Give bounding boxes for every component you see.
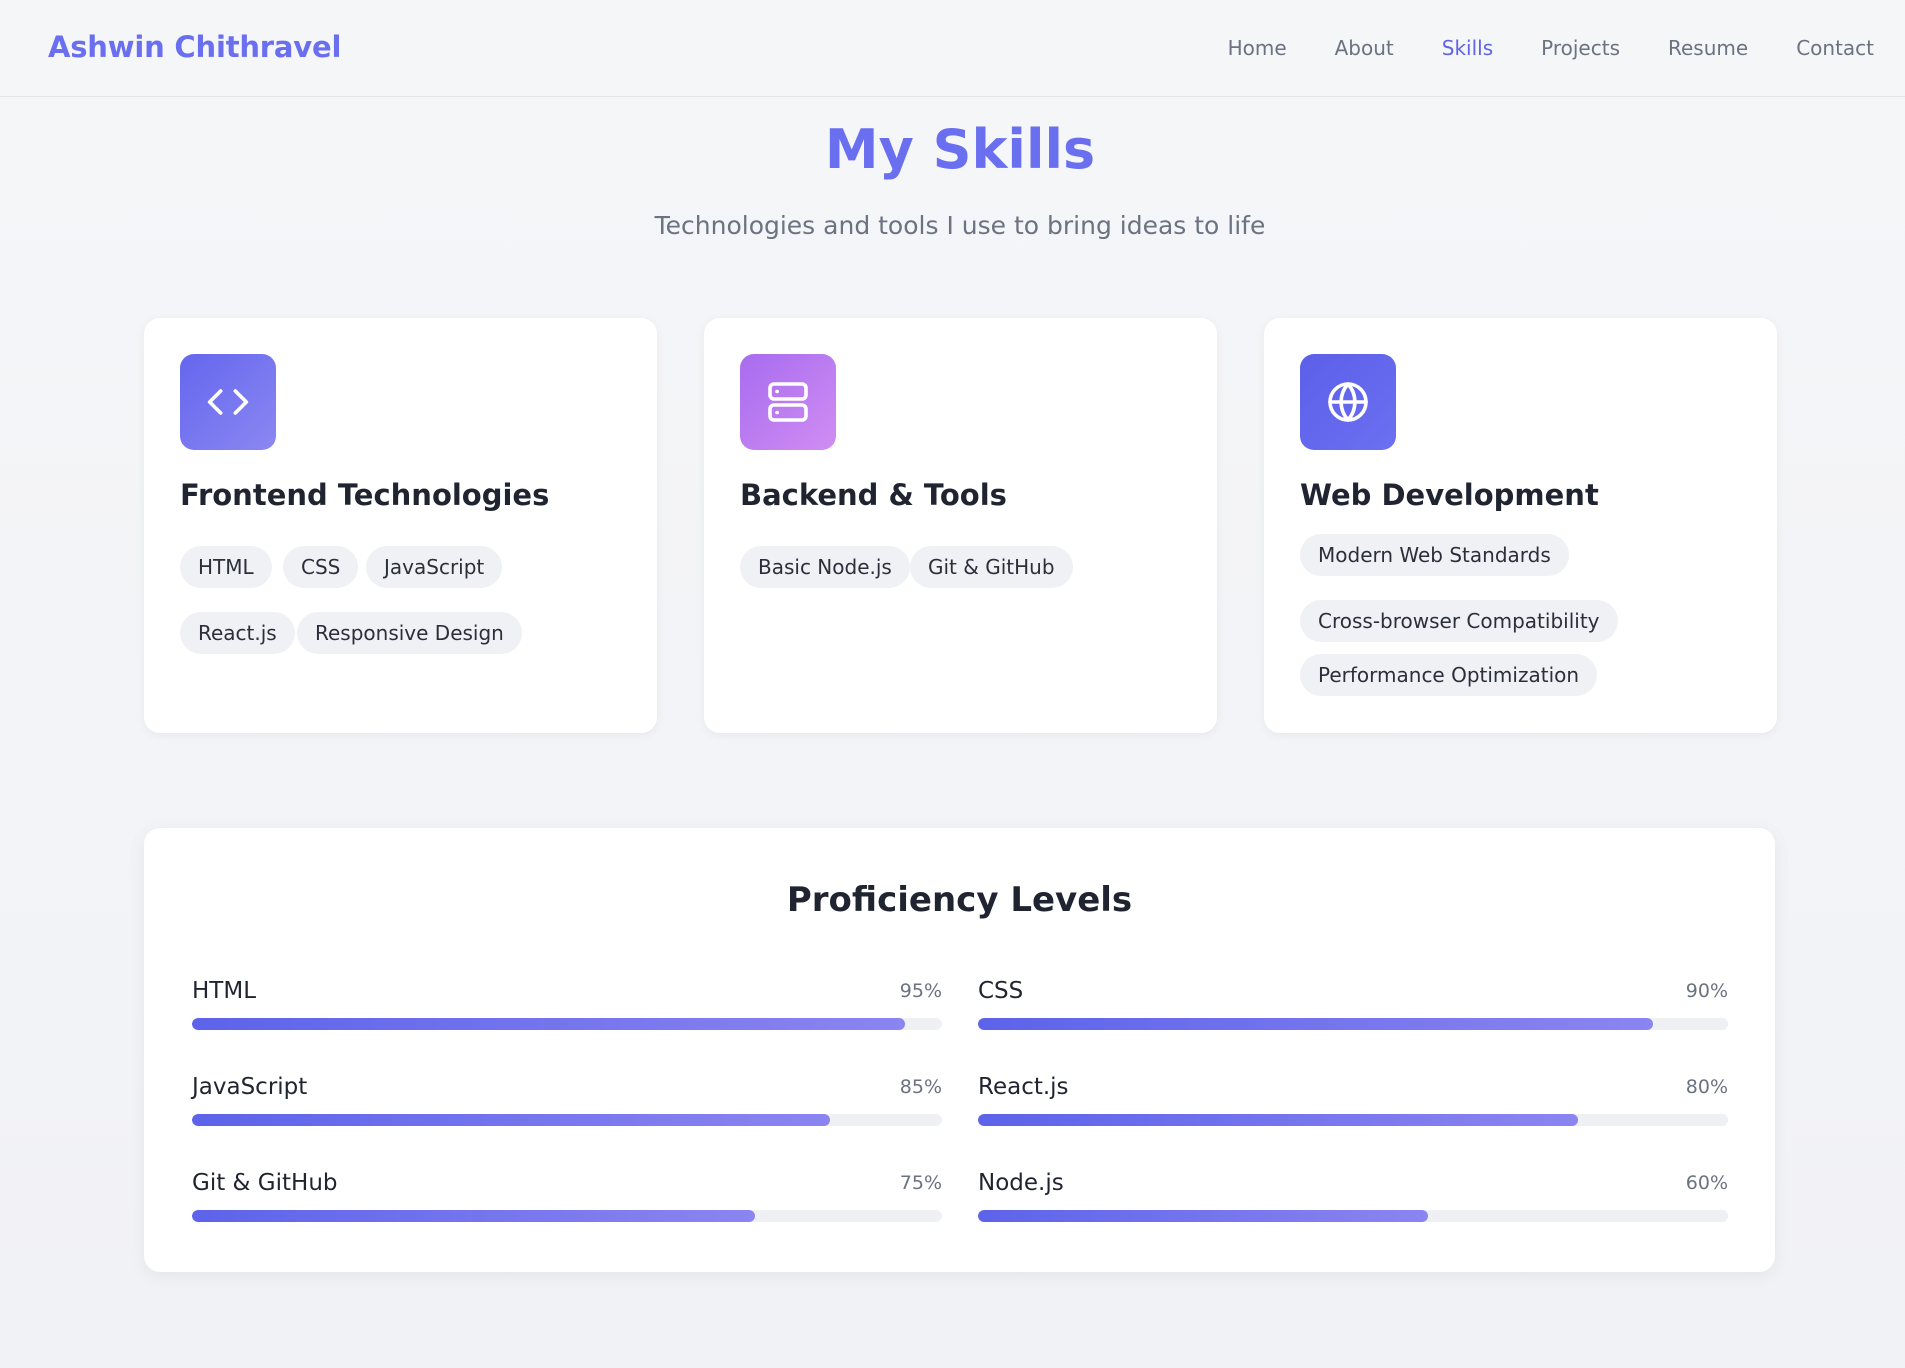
- progress-track: [192, 1018, 942, 1030]
- progress-fill: [192, 1018, 905, 1030]
- skill-percent: 75%: [899, 1172, 942, 1194]
- tag-performance-optimization: Performance Optimization: [1300, 654, 1598, 696]
- card-title: Backend & Tools: [740, 478, 1007, 512]
- tag-responsive-design: Responsive Design: [297, 612, 522, 654]
- skill-name: Git & GitHub: [192, 1170, 338, 1196]
- skill-percent: 60%: [1685, 1172, 1728, 1194]
- progress-track: [978, 1114, 1728, 1126]
- progress-track: [192, 1114, 942, 1126]
- card-title: Web Development: [1300, 478, 1599, 512]
- nav-link-about[interactable]: About: [1335, 36, 1394, 60]
- nav-link-projects[interactable]: Projects: [1541, 36, 1620, 60]
- skill-name: JavaScript: [192, 1074, 308, 1100]
- progress-fill: [192, 1114, 830, 1126]
- skill-row-nodejs: Node.js 60%: [978, 1170, 1728, 1230]
- skill-percent: 95%: [899, 980, 942, 1002]
- globe-icon: [1300, 354, 1396, 450]
- nav-link-resume[interactable]: Resume: [1668, 36, 1748, 60]
- skill-row-javascript: JavaScript 85%: [192, 1074, 942, 1134]
- progress-track: [192, 1210, 942, 1222]
- skill-row-reactjs: React.js 80%: [978, 1074, 1728, 1134]
- progress-fill: [192, 1210, 755, 1222]
- skill-name: Node.js: [978, 1170, 1064, 1196]
- progress-track: [978, 1210, 1728, 1222]
- tag-css: CSS: [283, 546, 359, 588]
- skill-card-frontend: Frontend Technologies HTML CSS JavaScrip…: [144, 318, 657, 733]
- skill-row-git-github: Git & GitHub 75%: [192, 1170, 942, 1230]
- skill-name: React.js: [978, 1074, 1069, 1100]
- proficiency-panel: Proficiency Levels HTML 95% CSS 90% Java…: [144, 828, 1775, 1272]
- progress-fill: [978, 1210, 1428, 1222]
- card-title: Frontend Technologies: [180, 478, 550, 512]
- proficiency-title: Proficiency Levels: [786, 880, 1133, 920]
- tag-basic-nodejs: Basic Node.js: [740, 546, 910, 588]
- skill-name: HTML: [192, 978, 257, 1004]
- nav-links: Home About Skills Projects Resume Contac…: [1228, 36, 1874, 60]
- skill-name: CSS: [978, 978, 1024, 1004]
- skill-card-backend: Backend & Tools Basic Node.js Git & GitH…: [704, 318, 1217, 733]
- tag-reactjs: React.js: [180, 612, 295, 654]
- skill-card-web-development: Web Development Modern Web Standards Cro…: [1264, 318, 1777, 733]
- page-subtitle: Technologies and tools I use to bring id…: [654, 211, 1266, 240]
- code-icon: [180, 354, 276, 450]
- nav-link-home[interactable]: Home: [1228, 36, 1287, 60]
- nav-link-contact[interactable]: Contact: [1796, 36, 1874, 60]
- tag-html: HTML: [180, 546, 272, 588]
- skill-percent: 90%: [1685, 980, 1728, 1002]
- nav-link-skills[interactable]: Skills: [1442, 36, 1493, 60]
- tag-git-github: Git & GitHub: [910, 546, 1073, 588]
- skill-row-html: HTML 95%: [192, 978, 942, 1038]
- tag-javascript: JavaScript: [366, 546, 503, 588]
- brand-logo-text[interactable]: Ashwin Chithravel: [48, 30, 341, 64]
- skill-row-css: CSS 90%: [978, 978, 1728, 1038]
- server-icon: [740, 354, 836, 450]
- progress-fill: [978, 1114, 1578, 1126]
- tag-cross-browser-compatibility: Cross-browser Compatibility: [1300, 600, 1618, 642]
- navbar: Ashwin Chithravel Home About Skills Proj…: [0, 0, 1905, 97]
- page-title: My Skills: [824, 118, 1096, 181]
- tag-modern-web-standards: Modern Web Standards: [1300, 534, 1569, 576]
- progress-track: [978, 1018, 1728, 1030]
- skill-percent: 85%: [899, 1076, 942, 1098]
- progress-fill: [978, 1018, 1653, 1030]
- skill-percent: 80%: [1685, 1076, 1728, 1098]
